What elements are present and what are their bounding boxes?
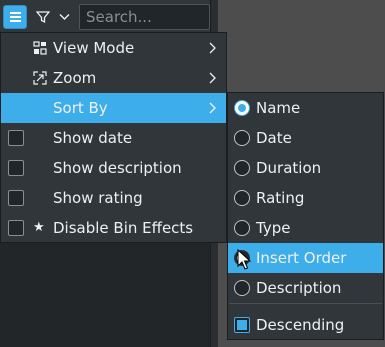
menu-item-label: View Mode	[53, 39, 135, 57]
menu-item-disable-bin-effects[interactable]: ★ Disable Bin Effects	[1, 213, 226, 243]
radio-button[interactable]	[234, 220, 250, 236]
menu-item-show-rating[interactable]: Show rating	[1, 183, 226, 213]
radio-button[interactable]	[234, 190, 250, 206]
radio-button[interactable]	[234, 280, 250, 296]
chevron-right-icon	[209, 42, 216, 54]
menu-item-view-mode[interactable]: View Mode	[1, 33, 226, 63]
menu-item-label: Show date	[53, 129, 133, 147]
sort-option-type[interactable]: Type	[228, 213, 383, 243]
chevron-right-icon	[209, 72, 216, 84]
sort-option-label: Rating	[256, 189, 305, 207]
menu-item-label: Sort By	[53, 99, 108, 117]
sort-option-label: Name	[256, 99, 301, 117]
sort-option-label: Type	[256, 219, 291, 237]
sort-descending-toggle[interactable]: Descending	[228, 309, 383, 339]
zoom-icon	[33, 71, 47, 85]
mouse-cursor-icon	[237, 249, 251, 270]
descending-checkbox[interactable]	[234, 317, 250, 333]
menu-item-zoom[interactable]: Zoom	[1, 63, 226, 93]
show-date-checkbox[interactable]	[8, 130, 24, 146]
star-icon: ★	[33, 220, 45, 235]
menu-item-label: Show description	[53, 159, 182, 177]
bin-toolbar	[0, 0, 210, 34]
descending-label: Descending	[256, 316, 345, 334]
menu-item-show-date[interactable]: Show date	[1, 123, 226, 153]
menu-item-show-description[interactable]: Show description	[1, 153, 226, 183]
view-mode-icon	[33, 41, 47, 55]
sort-option-label: Duration	[256, 159, 322, 177]
menu-item-label: Zoom	[53, 69, 97, 87]
sort-by-submenu: Name Date Duration Rating Type Insert Or…	[227, 92, 384, 340]
hamburger-menu-icon[interactable]	[3, 5, 27, 29]
sort-option-label: Date	[256, 129, 292, 147]
sort-option-label: Insert Order	[256, 249, 347, 267]
chevron-right-icon	[209, 102, 216, 114]
menu-item-sort-by[interactable]: Sort By	[1, 93, 226, 123]
sort-option-date[interactable]: Date	[228, 123, 383, 153]
filter-icon	[36, 11, 50, 24]
sort-option-duration[interactable]: Duration	[228, 153, 383, 183]
sort-option-label: Description	[256, 279, 342, 297]
filter-button[interactable]	[32, 5, 76, 29]
show-rating-checkbox[interactable]	[8, 190, 24, 206]
sort-option-name[interactable]: Name	[228, 93, 383, 123]
bin-options-menu: View Mode Zoom Sort By Show date Show de…	[0, 32, 227, 243]
sort-option-insert-order[interactable]: Insert Order	[228, 243, 383, 273]
menu-item-label: Disable Bin Effects	[53, 219, 194, 237]
show-description-checkbox[interactable]	[8, 160, 24, 176]
menu-separator	[229, 303, 382, 304]
radio-button[interactable]	[234, 160, 250, 176]
radio-button[interactable]	[234, 100, 250, 116]
chevron-down-icon	[59, 14, 70, 20]
disable-bin-effects-checkbox[interactable]	[8, 220, 24, 236]
radio-button[interactable]	[234, 130, 250, 146]
sort-option-description[interactable]: Description	[228, 273, 383, 303]
sort-option-rating[interactable]: Rating	[228, 183, 383, 213]
menu-item-label: Show rating	[53, 189, 143, 207]
search-input[interactable]	[79, 4, 210, 30]
